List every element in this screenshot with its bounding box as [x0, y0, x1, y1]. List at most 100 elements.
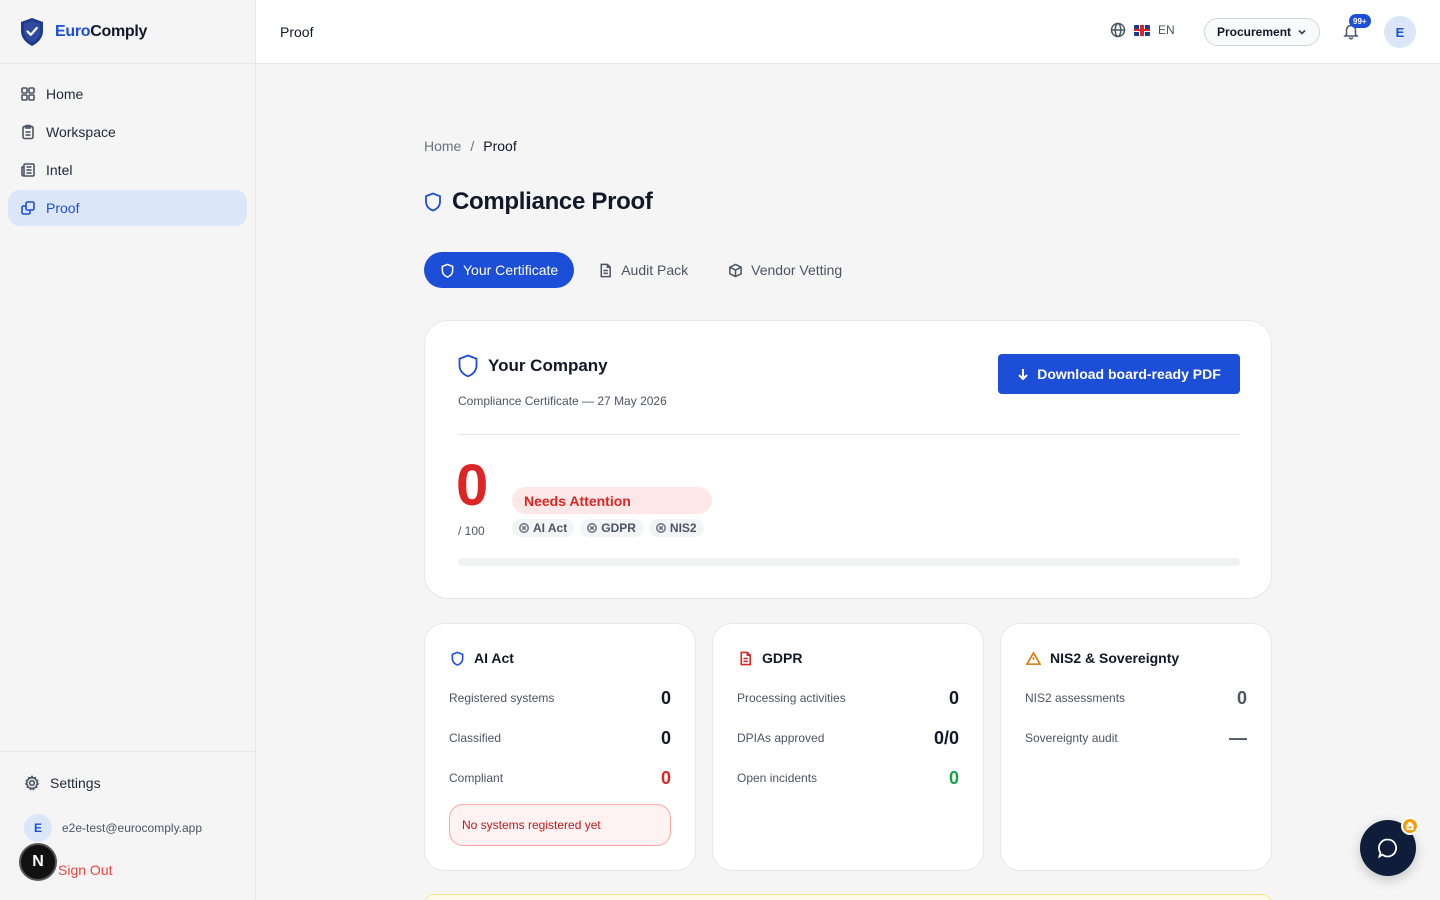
brand-name-part1: Euro [55, 22, 91, 40]
metric-row: Registered systems 0 [449, 686, 671, 710]
metric-label: Compliant [449, 771, 504, 785]
brand[interactable]: EuroComply [0, 0, 255, 64]
metric-row: NIS2 assessments 0 [1025, 686, 1247, 710]
framework-chip-label: NIS2 [669, 521, 697, 535]
box-icon [729, 263, 743, 277]
breadcrumb-separator: / [470, 138, 475, 154]
metric-value: 0 [948, 767, 959, 788]
score-progress-bar [458, 558, 1240, 566]
metric-label: Processing activities [737, 691, 846, 705]
gear-icon [24, 775, 40, 791]
sidebar: EuroComply Home Workspace Intel Proof Se… [0, 0, 256, 900]
role-select-value: Procurement [1217, 25, 1292, 39]
warning-icon [1026, 650, 1041, 665]
clipboard-icon [22, 124, 34, 140]
tab-label: Vendor Vetting [751, 262, 843, 278]
document-icon [740, 651, 751, 665]
download-pdf-button[interactable]: Download board-ready PDF [998, 354, 1240, 394]
sidebar-item-intel[interactable]: Intel [8, 152, 247, 188]
next-section-card [424, 894, 1272, 900]
company-name: Your Company [488, 356, 608, 375]
language-code: EN [1158, 23, 1175, 37]
metric-value: 0/0 [933, 727, 959, 748]
chat-bubble-icon [1378, 838, 1398, 859]
metric-value: 0 [660, 727, 671, 748]
gdpr-card: GDPR Processing activities 0 DPIAs appro… [712, 623, 984, 871]
metric-label: Classified [449, 731, 502, 745]
lock-icon [1401, 817, 1419, 835]
avatar: E [24, 814, 52, 842]
sidebar-item-home[interactable]: Home [8, 76, 247, 112]
metric-row: Sovereignty audit — [1025, 726, 1247, 750]
shield-icon [441, 263, 454, 278]
proof-icon [21, 201, 35, 215]
newspaper-icon [21, 163, 35, 177]
certificate-header: Your Company [458, 354, 608, 378]
document-icon [600, 263, 612, 277]
framework-chip-label: GDPR [601, 521, 636, 535]
metric-label: Registered systems [449, 691, 555, 705]
dev-tools-button[interactable]: N [19, 843, 57, 881]
globe-icon [1110, 22, 1126, 38]
metric-label: NIS2 assessments [1025, 691, 1126, 705]
metric-row: DPIAs approved 0/0 [737, 726, 959, 750]
page-title: Compliance Proof [452, 188, 653, 215]
metric-value: 0 [1236, 687, 1247, 708]
topbar-title: Proof [280, 23, 314, 40]
x-circle-icon [587, 523, 598, 533]
sidebar-item-label: Intel [46, 162, 73, 178]
sidebar-item-label: Workspace [46, 124, 116, 140]
user-avatar-button[interactable]: E [1384, 16, 1416, 48]
sidebar-item-proof[interactable]: Proof [8, 190, 247, 226]
card-header: AI Act [450, 650, 514, 666]
shield-icon [425, 192, 441, 212]
language-switcher[interactable]: EN [1110, 22, 1175, 38]
card-title: AI Act [474, 650, 514, 666]
brand-name-part2: Comply [90, 22, 148, 40]
breadcrumb-current: Proof [483, 138, 517, 154]
framework-chip: GDPR [580, 519, 643, 537]
tab-vendor-vetting[interactable]: Vendor Vetting [712, 252, 858, 288]
metric-row: Open incidents 0 [737, 766, 959, 790]
role-select[interactable]: Procurement [1204, 18, 1321, 46]
score-max: / 100 [458, 524, 485, 538]
download-pdf-label: Download board-ready PDF [1037, 366, 1221, 382]
user-profile[interactable]: E e2e-test@eurocomply.app [10, 806, 245, 850]
settings-link[interactable]: Settings [10, 764, 245, 802]
card-header: NIS2 & Sovereignty [1026, 650, 1179, 666]
card-header: GDPR [738, 650, 802, 666]
settings-label: Settings [50, 775, 101, 791]
metric-value: 0 [660, 767, 671, 788]
topbar: Proof EN Procurement 99+ E [256, 0, 1440, 64]
metric-value: 0 [660, 687, 671, 708]
framework-chips: AI Act GDPR NIS2 [512, 519, 704, 537]
certificate-card: Your Company Compliance Certificate — 27… [424, 320, 1272, 599]
sidebar-item-label: Home [46, 86, 84, 102]
metric-label: Sovereignty audit [1025, 731, 1118, 745]
certificate-subtitle: Compliance Certificate — 27 May 2026 [458, 394, 667, 408]
proof-tabs: Your Certificate Audit Pack Vendor Vetti… [424, 252, 858, 288]
arrow-down-icon [1018, 369, 1028, 380]
tab-audit-pack[interactable]: Audit Pack [582, 252, 704, 288]
page-title-row: Compliance Proof [424, 188, 653, 216]
metric-row: Processing activities 0 [737, 686, 959, 710]
tab-label: Your Certificate [463, 262, 559, 278]
metric-row: Classified 0 [449, 726, 671, 750]
metric-value: — [1229, 727, 1247, 748]
status-badge: Needs Attention [512, 487, 712, 514]
ai-act-card: AI Act Registered systems 0 Classified 0… [424, 623, 696, 871]
uk-flag-icon [1134, 24, 1150, 36]
divider [458, 434, 1240, 435]
breadcrumb: Home / Proof [424, 138, 517, 154]
tab-your-certificate[interactable]: Your Certificate [424, 252, 575, 288]
shield-icon [458, 354, 478, 378]
compliance-score: 0 [456, 453, 489, 518]
sidebar-item-workspace[interactable]: Workspace [8, 114, 247, 150]
framework-chip-label: AI Act [533, 521, 568, 535]
user-email: e2e-test@eurocomply.app [62, 821, 203, 835]
breadcrumb-home-link[interactable]: Home [424, 138, 461, 154]
metric-label: Open incidents [737, 771, 818, 785]
grid-icon [21, 87, 35, 101]
x-circle-icon [519, 523, 529, 533]
metric-value: 0 [948, 687, 959, 708]
